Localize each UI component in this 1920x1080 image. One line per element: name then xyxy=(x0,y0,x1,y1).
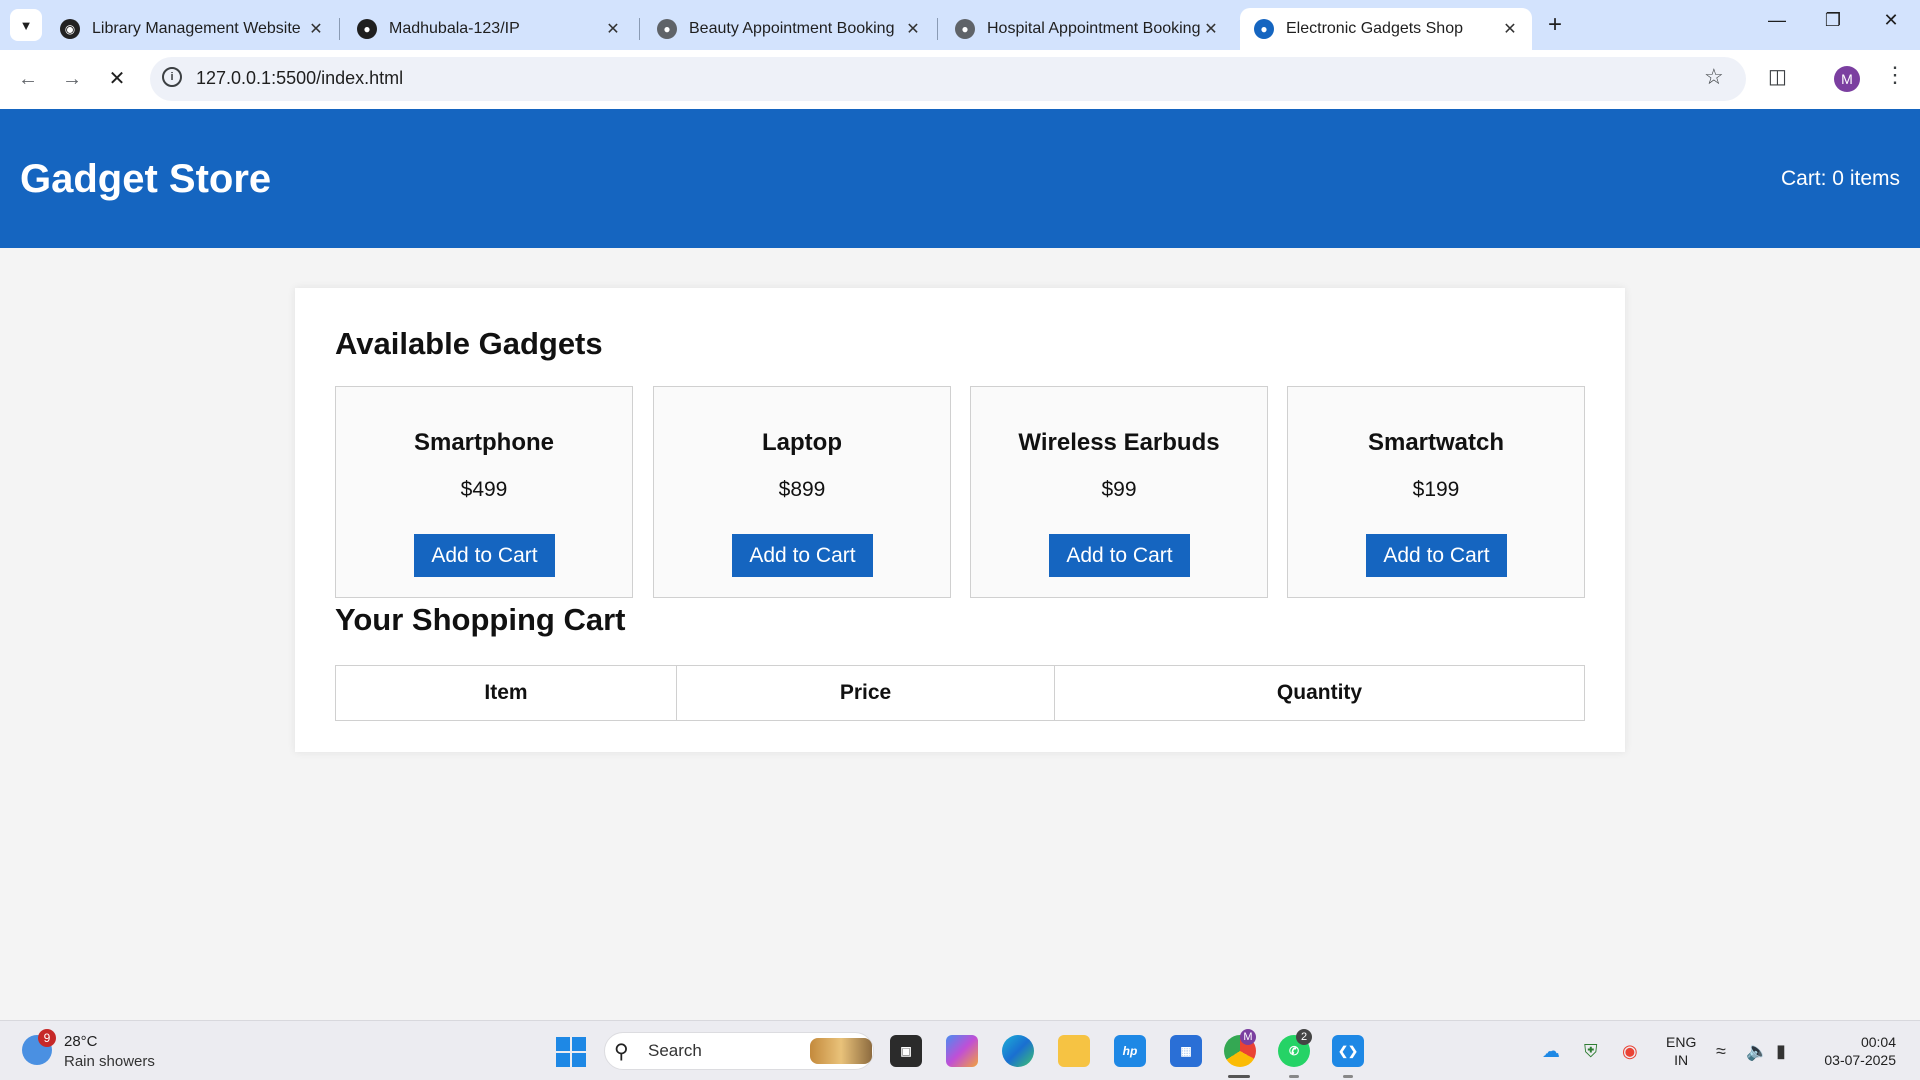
close-icon[interactable]: ✕ xyxy=(306,19,326,39)
bookmark-star-icon[interactable]: ☆ xyxy=(1704,64,1724,90)
security-shield-icon[interactable]: ⛨ xyxy=(1584,1041,1598,1062)
product-price: $99 xyxy=(1101,478,1137,501)
site-header: Gadget Store Cart: 0 items xyxy=(0,109,1920,248)
product-card-wireless-earbuds: Wireless Earbuds $99 Add to Cart xyxy=(970,386,1268,598)
tab-hospital-appointment[interactable]: ● Hospital Appointment Booking ✕ xyxy=(941,8,1233,50)
chrome-tray-icon[interactable]: ◉ xyxy=(1622,1041,1638,1062)
tab-github-repo[interactable]: ● Madhubala-123/IP ✕ xyxy=(343,8,635,50)
url-text[interactable]: 127.0.0.1:5500/index.html xyxy=(196,68,403,89)
product-price: $499 xyxy=(460,478,508,501)
product-name: Smartphone xyxy=(413,429,554,456)
add-to-cart-button[interactable]: Add to Cart xyxy=(414,534,555,577)
stop-loading-icon[interactable]: ✕ xyxy=(101,63,133,95)
product-card-laptop: Laptop $899 Add to Cart xyxy=(653,386,951,598)
globe-icon: ● xyxy=(955,19,975,39)
globe-icon: ● xyxy=(657,19,677,39)
close-icon[interactable]: ✕ xyxy=(1201,19,1221,39)
edge-browser-icon[interactable] xyxy=(1002,1035,1034,1067)
main-container: Available Gadgets Smartphone $499 Add to… xyxy=(295,288,1625,752)
tab-beauty-appointment[interactable]: ● Beauty Appointment Booking ✕ xyxy=(643,8,935,50)
close-icon[interactable]: ✕ xyxy=(903,19,923,39)
weather-description[interactable]: Rain showers xyxy=(64,1053,155,1070)
active-app-indicator xyxy=(1228,1075,1250,1078)
tab-label: Electronic Gadgets Shop xyxy=(1286,20,1463,37)
github-icon: ● xyxy=(357,19,377,39)
column-header-quantity: Quantity xyxy=(1054,665,1585,721)
file-explorer-icon[interactable] xyxy=(1058,1035,1090,1067)
close-window-icon[interactable]: ✕ xyxy=(1876,10,1906,31)
back-arrow-icon[interactable]: ← xyxy=(12,63,44,95)
language-indicator[interactable]: ENG IN xyxy=(1666,1033,1696,1069)
whatsapp-badge: 2 xyxy=(1296,1029,1312,1045)
tab-divider xyxy=(937,18,938,40)
tab-search-button[interactable]: ▼ xyxy=(10,9,42,41)
add-to-cart-button[interactable]: Add to Cart xyxy=(1366,534,1507,577)
chrome-profile-badge: M xyxy=(1240,1029,1256,1045)
product-price: $899 xyxy=(778,478,826,501)
myhp-icon[interactable]: hp xyxy=(1114,1035,1146,1067)
site-title: Gadget Store xyxy=(20,157,272,201)
language-secondary: IN xyxy=(1674,1052,1689,1068)
column-header-price: Price xyxy=(676,665,1055,721)
tab-electronic-gadgets[interactable]: ● Electronic Gadgets Shop ✕ xyxy=(1240,8,1532,50)
language-primary: ENG xyxy=(1666,1034,1697,1050)
product-price: $199 xyxy=(1412,478,1460,501)
tab-library-management[interactable]: ◉ Library Management Website ✕ xyxy=(46,8,338,50)
site-info-icon[interactable]: i xyxy=(162,67,182,87)
shopping-cart-heading: Your Shopping Cart xyxy=(335,602,626,637)
search-icon: ⚲ xyxy=(614,1041,629,1063)
page-viewport: Gadget Store Cart: 0 items Available Gad… xyxy=(0,109,1920,1020)
restore-icon[interactable]: ❐ xyxy=(1818,10,1848,31)
tab-label: Madhubala-123/IP xyxy=(389,20,520,37)
cart-count: Cart: 0 items xyxy=(1780,167,1900,190)
windows-start-icon[interactable] xyxy=(556,1037,586,1067)
available-gadgets-heading: Available Gadgets xyxy=(335,326,603,361)
forward-arrow-icon[interactable]: → xyxy=(56,63,88,95)
tab-label: Library Management Website xyxy=(92,20,301,37)
battery-icon[interactable]: ▮ xyxy=(1776,1041,1786,1062)
product-card-smartwatch: Smartwatch $199 Add to Cart xyxy=(1287,386,1585,598)
copilot-icon[interactable] xyxy=(946,1035,978,1067)
cart-table: Item Price Quantity xyxy=(335,665,1585,721)
tab-label: Beauty Appointment Booking xyxy=(689,20,895,37)
minimize-icon[interactable]: — xyxy=(1762,10,1792,31)
search-highlight-image xyxy=(810,1038,872,1064)
profile-avatar[interactable]: M xyxy=(1834,66,1860,92)
chevron-down-icon: ▼ xyxy=(19,17,33,33)
taskbar-search-label: Search xyxy=(648,1041,702,1060)
new-tab-button[interactable]: + xyxy=(1540,10,1570,40)
add-to-cart-button[interactable]: Add to Cart xyxy=(732,534,873,577)
weather-badge: 9 xyxy=(38,1029,56,1047)
onedrive-cloud-icon[interactable]: ☁ xyxy=(1542,1041,1560,1062)
product-name: Wireless Earbuds xyxy=(1018,429,1220,456)
loading-icon: ● xyxy=(1254,19,1274,39)
add-to-cart-button[interactable]: Add to Cart xyxy=(1049,534,1190,577)
taskbar: 9 28°C Rain showers ⚲ Search ▣ hp ▦ M ✆ … xyxy=(0,1020,1920,1080)
speaker-muted-icon[interactable]: 🔈 xyxy=(1746,1041,1768,1062)
product-name: Laptop xyxy=(762,429,842,456)
wifi-icon[interactable]: ≈ xyxy=(1716,1041,1726,1062)
tab-divider xyxy=(339,18,340,40)
site-favicon-icon: ◉ xyxy=(60,19,80,39)
vscode-icon[interactable]: ❮❯ xyxy=(1332,1035,1364,1067)
tab-label: Hospital Appointment Booking xyxy=(987,20,1201,37)
open-app-indicator xyxy=(1343,1075,1353,1078)
weather-temperature[interactable]: 28°C xyxy=(64,1033,98,1050)
task-view-icon[interactable]: ▣ xyxy=(890,1035,922,1067)
extensions-icon[interactable]: ◫ xyxy=(1768,64,1787,89)
microsoft-store-icon[interactable]: ▦ xyxy=(1170,1035,1202,1067)
tab-divider xyxy=(639,18,640,40)
open-app-indicator xyxy=(1289,1075,1299,1078)
product-card-smartphone: Smartphone $499 Add to Cart xyxy=(335,386,633,598)
close-icon[interactable]: ✕ xyxy=(1500,19,1520,39)
cart-table-header-row: Item Price Quantity xyxy=(335,665,1585,721)
system-clock[interactable]: 00:04 03-07-2025 xyxy=(1824,1033,1896,1069)
product-name: Smartwatch xyxy=(1367,429,1505,456)
close-icon[interactable]: ✕ xyxy=(603,19,623,39)
more-menu-icon[interactable]: ⋮ xyxy=(1884,62,1906,88)
clock-time: 00:04 xyxy=(1860,1034,1896,1050)
clock-date: 03-07-2025 xyxy=(1824,1052,1896,1068)
column-header-item: Item xyxy=(335,665,677,721)
